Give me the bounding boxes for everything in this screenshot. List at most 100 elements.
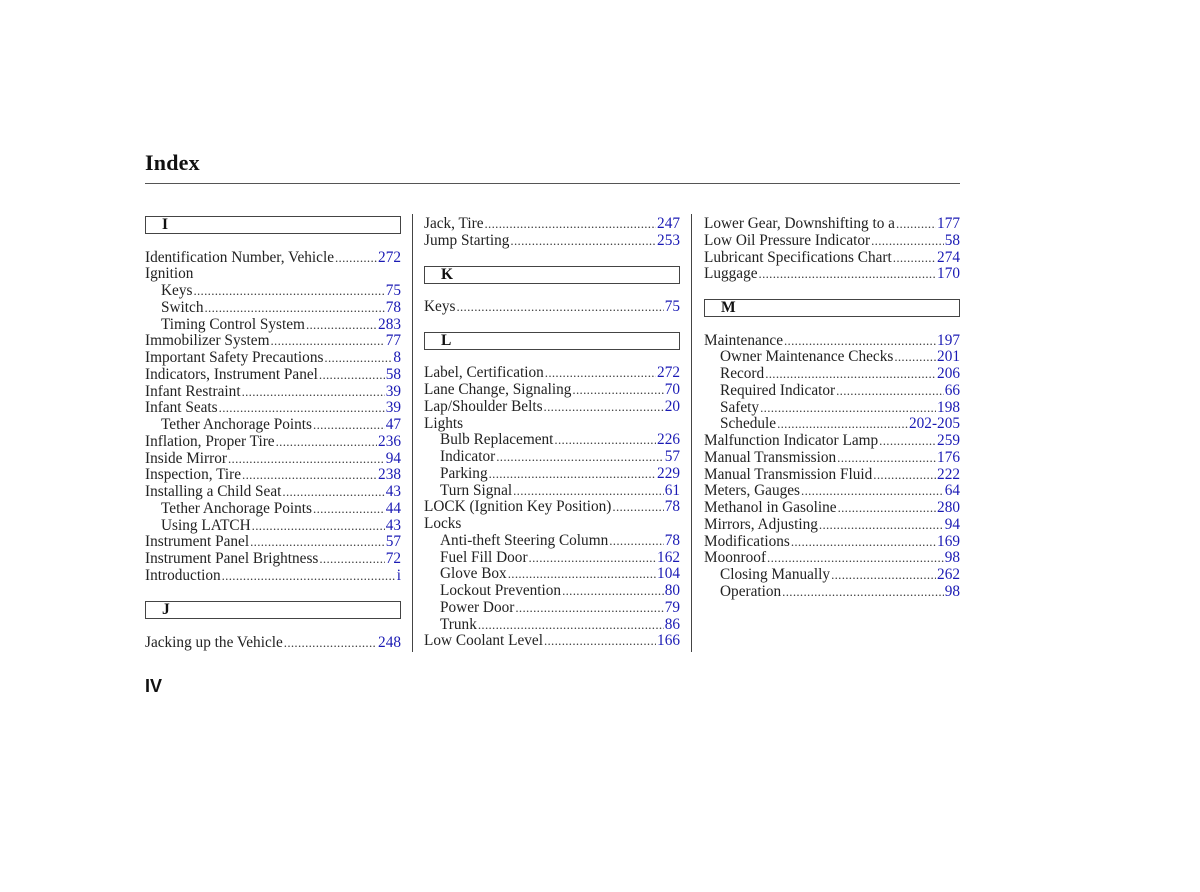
page-link[interactable]: 104 bbox=[657, 565, 680, 583]
page-link[interactable]: 8 bbox=[393, 349, 401, 367]
page-link[interactable]: 94 bbox=[945, 516, 960, 534]
index-entry: Inside Mirror 94 bbox=[145, 450, 401, 468]
page-link[interactable]: 198 bbox=[937, 399, 960, 417]
entry-text: Switch bbox=[161, 298, 204, 316]
page-link[interactable]: 47 bbox=[386, 416, 401, 434]
page-link[interactable]: 78 bbox=[386, 299, 401, 317]
page-link[interactable]: 247 bbox=[657, 215, 680, 233]
page-link[interactable]: 236 bbox=[378, 433, 401, 451]
page-link[interactable]: 70 bbox=[665, 381, 680, 399]
dot-leader bbox=[242, 384, 385, 401]
dot-leader bbox=[306, 317, 377, 334]
index-entry: Infant Seats 39 bbox=[145, 399, 401, 417]
dot-leader bbox=[510, 233, 656, 250]
page-link[interactable]: 98 bbox=[945, 549, 960, 567]
entry-text: Required Indicator bbox=[720, 381, 836, 399]
page-link[interactable]: 226 bbox=[657, 431, 680, 449]
entry-text: Turn Signal bbox=[440, 481, 513, 499]
page-link[interactable]: 44 bbox=[386, 500, 401, 518]
page-link[interactable]: 43 bbox=[386, 483, 401, 501]
entry-text: Low Oil Pressure Indicator bbox=[704, 231, 871, 249]
page-link[interactable]: 202-205 bbox=[909, 415, 960, 433]
page-link[interactable]: 57 bbox=[386, 533, 401, 551]
entry-text: Jacking up the Vehicle bbox=[145, 633, 283, 651]
column-divider bbox=[412, 214, 413, 652]
page-title: Index bbox=[145, 150, 200, 175]
dot-leader bbox=[508, 566, 656, 583]
dot-leader bbox=[513, 483, 664, 500]
index-subentry: Anti-theft Steering Column 78 bbox=[424, 532, 680, 550]
page-link[interactable]: 43 bbox=[386, 517, 401, 535]
dot-leader bbox=[612, 499, 663, 516]
entry-text: Installing a Child Seat bbox=[145, 483, 282, 500]
page-link[interactable]: 78 bbox=[665, 498, 680, 516]
index-entry: Lane Change, Signaling 70 bbox=[424, 381, 680, 399]
page-link[interactable]: 57 bbox=[665, 448, 680, 466]
dot-leader bbox=[335, 250, 377, 267]
page-link[interactable]: 201 bbox=[937, 348, 960, 366]
page-link[interactable]: 78 bbox=[665, 532, 680, 550]
page-link[interactable]: 72 bbox=[386, 550, 401, 568]
index-subentry: Power Door 79 bbox=[424, 599, 680, 617]
index-entry: Inspection, Tire 238 bbox=[145, 466, 401, 484]
page-link[interactable]: 39 bbox=[386, 399, 401, 417]
page-link[interactable]: i bbox=[397, 567, 401, 585]
index-entry: Jacking up the Vehicle 248 bbox=[145, 633, 401, 652]
page-link[interactable]: 280 bbox=[937, 499, 960, 517]
page-link[interactable]: 75 bbox=[665, 298, 680, 316]
page-link[interactable]: 272 bbox=[657, 364, 680, 382]
page-link[interactable]: 176 bbox=[937, 449, 960, 467]
page-link[interactable]: 166 bbox=[657, 632, 680, 650]
page-link[interactable]: 58 bbox=[945, 232, 960, 250]
page-link[interactable]: 222 bbox=[937, 466, 960, 484]
entry-text: Immobilizer System bbox=[145, 332, 270, 350]
page-link[interactable]: 206 bbox=[937, 365, 960, 383]
entry-text: Lane Change, Signaling bbox=[424, 381, 572, 398]
page-link[interactable]: 238 bbox=[378, 466, 401, 484]
page-link[interactable]: 248 bbox=[378, 634, 401, 652]
entry-text: Safety bbox=[720, 398, 760, 416]
page-link[interactable]: 272 bbox=[378, 249, 401, 267]
page-link[interactable]: 64 bbox=[945, 482, 960, 500]
page-link[interactable]: 229 bbox=[657, 465, 680, 483]
page-link[interactable]: 20 bbox=[665, 398, 680, 416]
section-letter-header: L bbox=[424, 331, 680, 350]
page-link[interactable]: 274 bbox=[937, 249, 960, 267]
entry-text: Tether Anchorage Points bbox=[161, 416, 313, 433]
entry-text: LOCK (Ignition Key Position) bbox=[424, 498, 612, 516]
page-link[interactable]: 80 bbox=[665, 582, 680, 600]
page-link[interactable]: 253 bbox=[657, 232, 680, 250]
index-subentry: Closing Manually 262 bbox=[704, 566, 960, 584]
index-subentry: Tether Anchorage Points 47 bbox=[145, 416, 401, 434]
dot-leader bbox=[837, 450, 936, 467]
dot-leader bbox=[791, 534, 936, 551]
entry-text: Label, Certification bbox=[424, 364, 544, 382]
entry-text: Modifications bbox=[704, 532, 790, 550]
entry-text: Schedule bbox=[720, 415, 777, 433]
page-link[interactable]: 162 bbox=[657, 549, 680, 567]
page-link[interactable]: 77 bbox=[386, 332, 401, 350]
entry-text: Using LATCH bbox=[161, 516, 251, 534]
page-link[interactable]: 169 bbox=[937, 533, 960, 551]
page-link[interactable]: 262 bbox=[937, 566, 960, 584]
page-link[interactable]: 259 bbox=[937, 432, 960, 450]
page-link[interactable]: 61 bbox=[665, 482, 680, 500]
page-link[interactable]: 170 bbox=[937, 265, 960, 283]
page-link[interactable]: 86 bbox=[665, 616, 680, 634]
page-link[interactable]: 98 bbox=[945, 583, 960, 601]
page-link[interactable]: 75 bbox=[386, 282, 401, 300]
entry-text: Owner Maintenance Checks bbox=[720, 348, 894, 366]
entry-text: Malfunction Indicator Lamp bbox=[704, 432, 879, 449]
page-link[interactable]: 94 bbox=[386, 450, 401, 468]
page-link[interactable]: 283 bbox=[378, 316, 401, 334]
page-link[interactable]: 79 bbox=[665, 599, 680, 617]
index-subentry: Bulb Replacement 226 bbox=[424, 431, 680, 449]
page-link[interactable]: 66 bbox=[945, 382, 960, 400]
page-link[interactable]: 177 bbox=[937, 215, 960, 233]
dot-leader bbox=[515, 600, 663, 617]
page-link[interactable]: 39 bbox=[386, 383, 401, 401]
page-link[interactable]: 58 bbox=[386, 366, 401, 384]
dot-leader bbox=[873, 467, 936, 484]
page-link[interactable]: 197 bbox=[937, 332, 960, 350]
